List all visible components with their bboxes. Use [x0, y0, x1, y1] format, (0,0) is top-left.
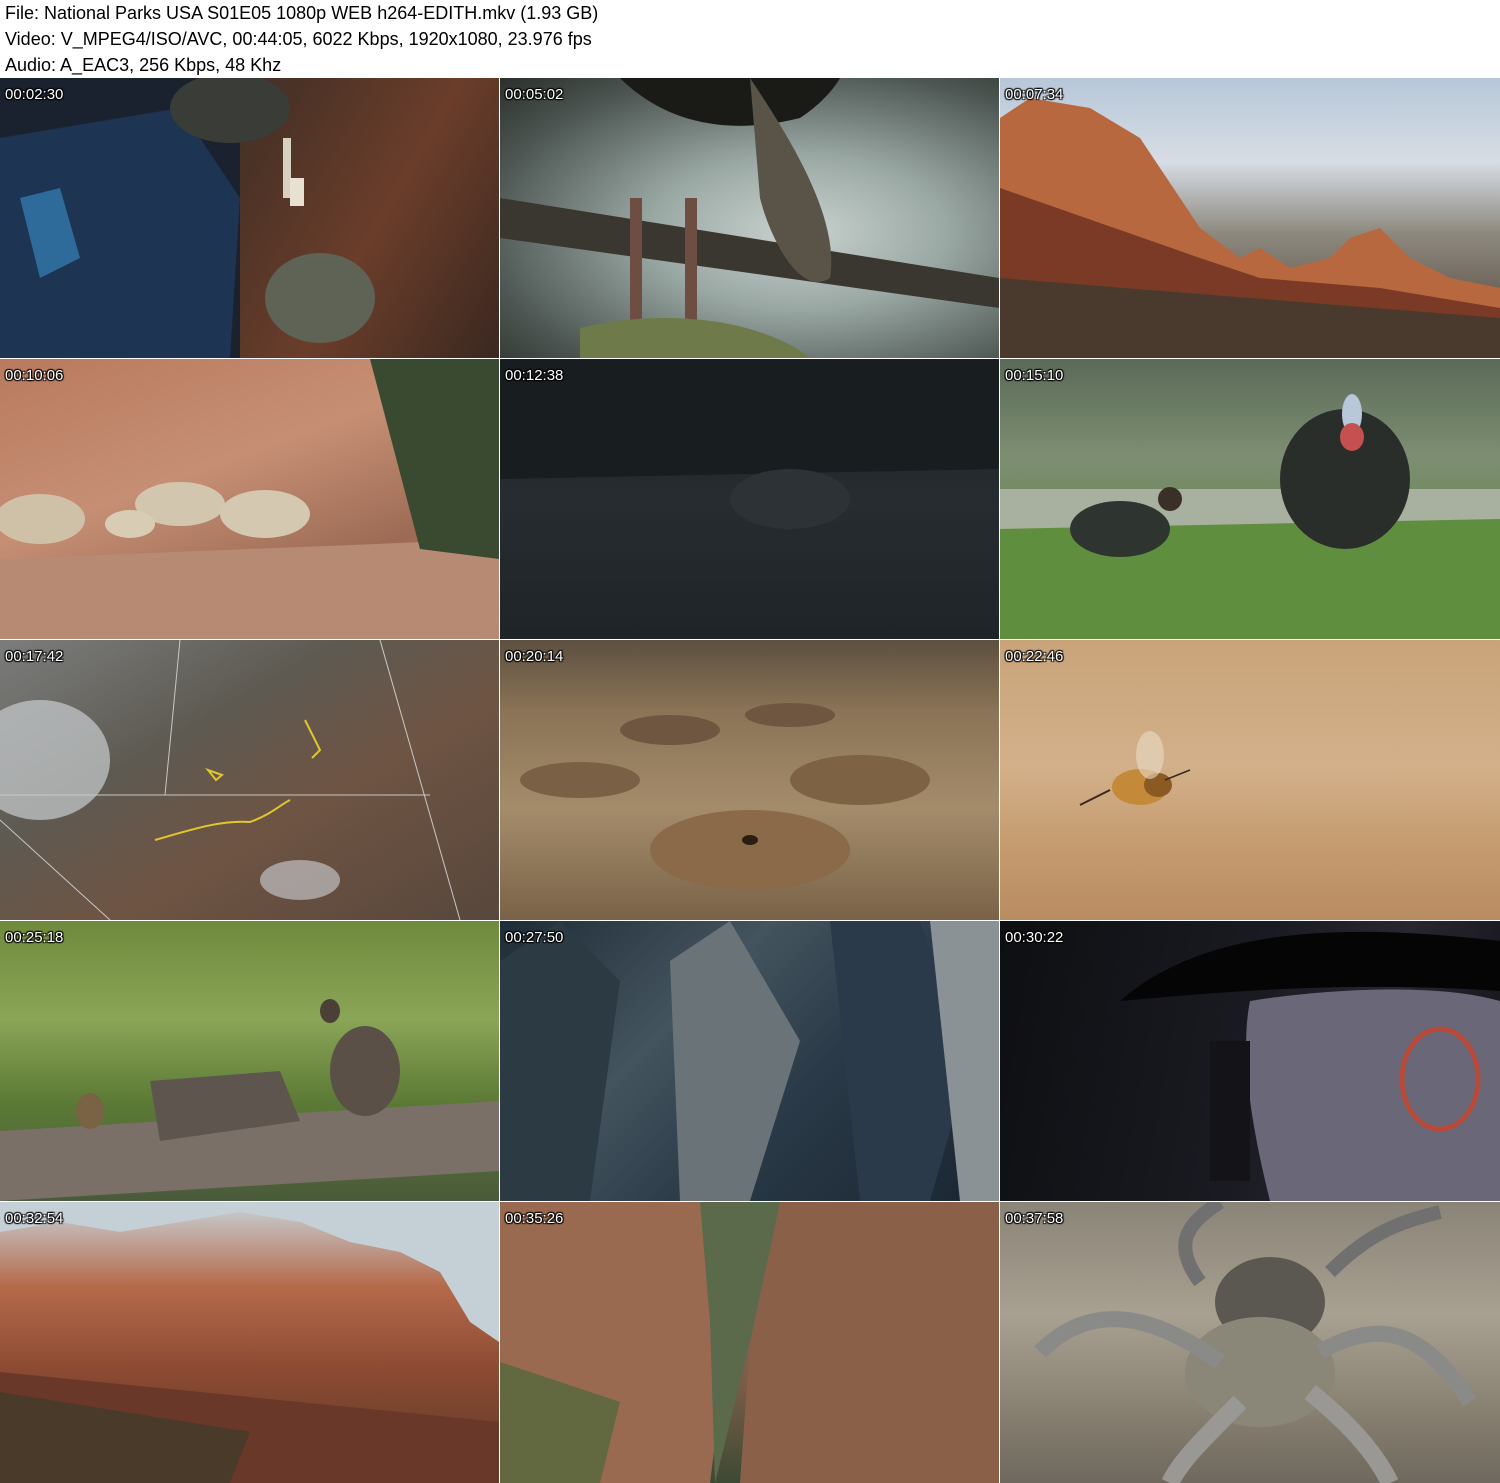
thumbnail-6-timestamp: 00:15:10	[1005, 367, 1064, 384]
thumbnail-7: 00:17:42	[0, 640, 499, 920]
thumbnail-15: 00:37:58	[1000, 1202, 1500, 1483]
thumbnail-10-timestamp: 00:25:18	[5, 929, 64, 946]
scene-bee-fly	[1000, 640, 1500, 920]
thumbnail-12: 00:30:22	[1000, 921, 1500, 1201]
thumbnail-4-timestamp: 00:10:06	[5, 367, 64, 384]
thumbnail-10: 00:25:18	[0, 921, 499, 1201]
thumbnail-8: 00:20:14	[500, 640, 999, 920]
scene-red-rock-mountains	[1000, 78, 1500, 358]
thumbnail-2-timestamp: 00:05:02	[505, 86, 564, 103]
scene-wild-turkeys	[1000, 359, 1500, 639]
thumbnail-5: 00:12:38	[500, 359, 999, 639]
scene-night-mountain-lion	[500, 359, 999, 639]
thumbnail-13-timestamp: 00:32:54	[5, 1210, 64, 1227]
thumbnail-4: 00:10:06	[0, 359, 499, 639]
scene-tarantula	[1000, 1202, 1500, 1483]
thumbnail-3: 00:07:34	[1000, 78, 1500, 358]
scene-turkey-in-tree	[500, 78, 999, 358]
thumbnail-9: 00:22:46	[1000, 640, 1500, 920]
thumbnail-15-timestamp: 00:37:58	[1005, 1210, 1064, 1227]
thumbnail-1: 00:02:30	[0, 78, 499, 358]
thumbnail-9-timestamp: 00:22:46	[1005, 648, 1064, 665]
scene-satellite-map	[0, 640, 499, 920]
file-info-line: File: National Parks USA S01E05 1080p WE…	[5, 3, 599, 23]
thumbnail-14: 00:35:26	[500, 1202, 999, 1483]
thumbnail-7-timestamp: 00:17:42	[5, 648, 64, 665]
thumbnail-8-timestamp: 00:20:14	[505, 648, 564, 665]
thumbnail-6: 00:15:10	[1000, 359, 1500, 639]
thumbnail-14-timestamp: 00:35:26	[505, 1210, 564, 1227]
thumbnail-11-timestamp: 00:27:50	[505, 929, 564, 946]
thumbnail-3-timestamp: 00:07:34	[1005, 86, 1064, 103]
thumbnail-1-timestamp: 00:02:30	[5, 86, 64, 103]
info-header: File: National Parks USA S01E05 1080p WE…	[0, 0, 1500, 78]
video-info-line: Video: V_MPEG4/ISO/AVC, 00:44:05, 6022 K…	[5, 29, 592, 49]
scene-sunlit-cliffs	[0, 1202, 499, 1483]
thumbnail-grid: 00:02:30 00:05:02 00:07:34 00:10:06 00:1…	[0, 78, 1500, 1483]
scene-gloved-hands-sample	[0, 78, 499, 358]
scene-ant-mounds	[500, 640, 999, 920]
scene-turkey-on-log	[0, 921, 499, 1201]
thumbnail-12-timestamp: 00:30:22	[1005, 929, 1064, 946]
thumbnail-11: 00:27:50	[500, 921, 999, 1201]
thumbnail-13: 00:32:54	[0, 1202, 499, 1483]
scene-canyon-valley	[500, 1202, 999, 1483]
scene-aerial-canyon	[500, 921, 999, 1201]
scene-woman-microscope	[1000, 921, 1500, 1201]
thumbnail-5-timestamp: 00:12:38	[505, 367, 564, 384]
thumbnail-2: 00:05:02	[500, 78, 999, 358]
audio-info-line: Audio: A_EAC3, 256 Kbps, 48 Khz	[5, 55, 282, 75]
scene-bighorn-sheep	[0, 359, 499, 639]
